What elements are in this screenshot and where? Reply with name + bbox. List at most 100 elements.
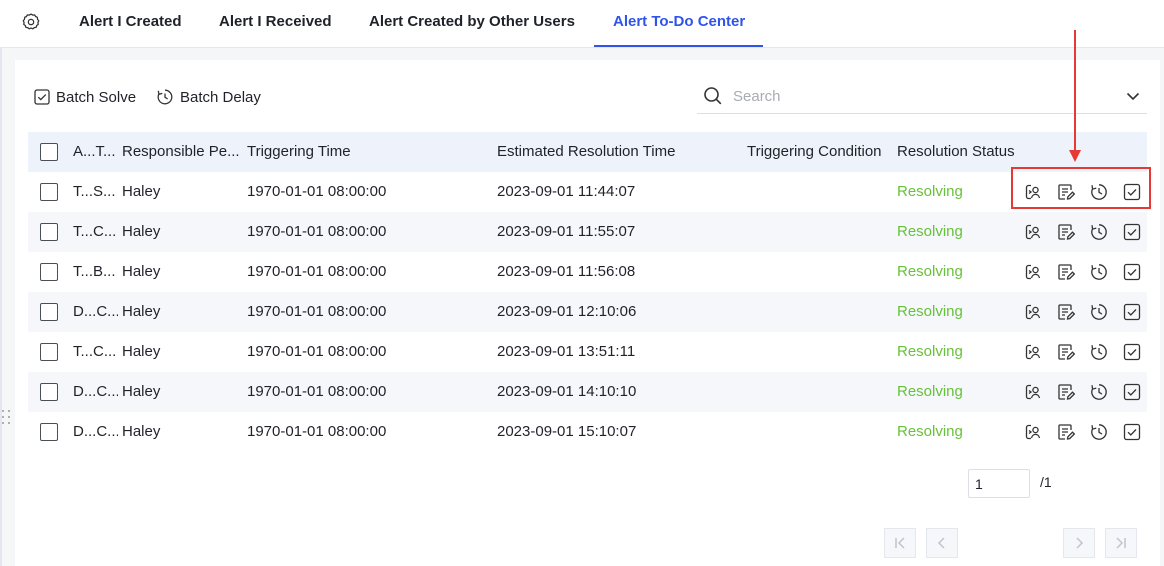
- annotation-arrow: [1069, 30, 1081, 162]
- row-checkbox[interactable]: [40, 343, 58, 361]
- table-row: T...C... Haley 1970-01-01 08:00:00 2023-09-…: [28, 212, 1147, 252]
- delay-button[interactable]: [1089, 342, 1109, 362]
- edit-note-icon: [1056, 384, 1076, 406]
- alert-title-cell: T...C...: [73, 223, 117, 240]
- delay-icon: [1089, 344, 1109, 366]
- transfer-button[interactable]: [1023, 262, 1043, 282]
- last-page-button[interactable]: [1105, 528, 1137, 558]
- transfer-icon: [1023, 264, 1043, 286]
- transfer-button[interactable]: [1023, 382, 1043, 402]
- triggering-condition-cell: [747, 252, 895, 292]
- triggering-time-cell: 1970-01-01 08:00:00: [247, 343, 387, 360]
- column-header-responsible-person[interactable]: Responsible Pe...: [122, 132, 248, 172]
- edit-note-button[interactable]: [1056, 222, 1076, 242]
- transfer-button[interactable]: [1023, 342, 1043, 362]
- edit-note-button[interactable]: [1056, 382, 1076, 402]
- alert-title-cell: T...B...: [73, 263, 116, 280]
- solve-button[interactable]: [1122, 342, 1142, 362]
- triggering-time-cell: 1970-01-01 08:00:00: [247, 423, 387, 440]
- delay-button[interactable]: [1089, 382, 1109, 402]
- edit-note-button[interactable]: [1056, 422, 1076, 442]
- page-number-input[interactable]: [968, 469, 1030, 498]
- delay-button[interactable]: [1089, 302, 1109, 322]
- edit-note-button[interactable]: [1056, 302, 1076, 322]
- resolution-status-badge: Resolving: [897, 303, 963, 320]
- table-row: D...C... Haley 1970-01-01 08:00:00 2023-09-…: [28, 412, 1147, 452]
- search-input[interactable]: [733, 85, 1093, 107]
- column-header-resolution-status[interactable]: Resolution Status: [897, 132, 1037, 172]
- triggering-time-cell: 1970-01-01 08:00:00: [247, 223, 387, 240]
- edit-note-icon: [1056, 304, 1076, 326]
- column-header-estimated-resolution-time[interactable]: Estimated Resolution Time: [497, 132, 737, 172]
- responsible-person-cell: Haley: [122, 263, 161, 280]
- select-all-checkbox[interactable]: [40, 143, 58, 161]
- solve-button[interactable]: [1122, 382, 1142, 402]
- edit-note-button[interactable]: [1056, 342, 1076, 362]
- solve-button[interactable]: [1122, 302, 1142, 322]
- tab-alert-i-received[interactable]: Alert I Received: [219, 0, 332, 48]
- solve-button[interactable]: [1122, 222, 1142, 242]
- row-checkbox[interactable]: [40, 383, 58, 401]
- row-checkbox[interactable]: [40, 223, 58, 241]
- edit-note-button[interactable]: [1056, 262, 1076, 282]
- chevron-right-icon: [1076, 537, 1084, 549]
- responsible-person-cell: Haley: [122, 303, 161, 320]
- delay-button[interactable]: [1089, 262, 1109, 282]
- column-header-triggering-condition[interactable]: Triggering Condition: [747, 132, 895, 172]
- delay-icon: [1089, 224, 1109, 246]
- prev-page-button[interactable]: [926, 528, 958, 558]
- alert-title-cell: D...C...: [73, 303, 118, 320]
- table-row: D...C... Haley 1970-01-01 08:00:00 2023-09-…: [28, 292, 1147, 332]
- estimated-resolution-time-cell: 2023-09-01 12:10:06: [497, 303, 637, 320]
- delay-button[interactable]: [1089, 222, 1109, 242]
- transfer-icon: [1023, 384, 1043, 406]
- tab-alert-to-do-center[interactable]: Alert To-Do Center: [613, 0, 745, 48]
- solve-button[interactable]: [1122, 422, 1142, 442]
- first-page-button[interactable]: [884, 528, 916, 558]
- alert-title-cell: D...C...: [73, 383, 118, 400]
- tab-bar: Alert I Created Alert I Received Alert C…: [0, 0, 1164, 48]
- annotation-highlight-box: [1011, 167, 1151, 209]
- gear-icon[interactable]: [21, 12, 41, 32]
- transfer-button[interactable]: [1023, 302, 1043, 322]
- solve-icon: [1122, 263, 1142, 286]
- transfer-icon: [1023, 344, 1043, 366]
- estimated-resolution-time-cell: 2023-09-01 13:51:11: [497, 343, 636, 360]
- delay-button[interactable]: [1089, 422, 1109, 442]
- transfer-icon: [1023, 304, 1043, 326]
- triggering-condition-cell: [747, 332, 895, 372]
- chevron-down-icon[interactable]: [1125, 88, 1141, 104]
- responsible-person-cell: Haley: [122, 223, 161, 240]
- column-header-alert-title[interactable]: A...T...: [73, 132, 118, 172]
- drag-handle-icon[interactable]: [1, 408, 11, 426]
- solve-button[interactable]: [1122, 262, 1142, 282]
- alert-title-cell: T...S...: [73, 183, 116, 200]
- row-checkbox[interactable]: [40, 263, 58, 281]
- row-checkbox[interactable]: [40, 423, 58, 441]
- batch-solve-button[interactable]: Batch Solve: [34, 87, 136, 107]
- solve-icon: [1122, 343, 1142, 366]
- transfer-button[interactable]: [1023, 222, 1043, 242]
- triggering-time-cell: 1970-01-01 08:00:00: [247, 303, 387, 320]
- transfer-button[interactable]: [1023, 422, 1043, 442]
- solve-icon: [1122, 223, 1142, 246]
- row-checkbox[interactable]: [40, 183, 58, 201]
- solve-icon: [1122, 303, 1142, 326]
- triggering-time-cell: 1970-01-01 08:00:00: [247, 183, 387, 200]
- triggering-time-cell: 1970-01-01 08:00:00: [247, 383, 387, 400]
- transfer-icon: [1023, 424, 1043, 446]
- edit-note-icon: [1056, 424, 1076, 446]
- tab-alert-i-created[interactable]: Alert I Created: [79, 0, 182, 48]
- responsible-person-cell: Haley: [122, 423, 161, 440]
- last-page-icon: [1116, 537, 1126, 549]
- column-header-triggering-time[interactable]: Triggering Time: [247, 132, 487, 172]
- next-page-button[interactable]: [1063, 528, 1095, 558]
- table-row: T...C... Haley 1970-01-01 08:00:00 2023-09-…: [28, 332, 1147, 372]
- batch-delay-button[interactable]: Batch Delay: [156, 87, 261, 107]
- edit-note-icon: [1056, 344, 1076, 366]
- alert-todo-panel: Batch Solve Batch Delay A...T... Respons…: [15, 60, 1160, 566]
- row-checkbox[interactable]: [40, 303, 58, 321]
- tab-alert-created-by-other-users[interactable]: Alert Created by Other Users: [369, 0, 575, 48]
- triggering-condition-cell: [747, 172, 895, 212]
- resolution-status-badge: Resolving: [897, 423, 963, 440]
